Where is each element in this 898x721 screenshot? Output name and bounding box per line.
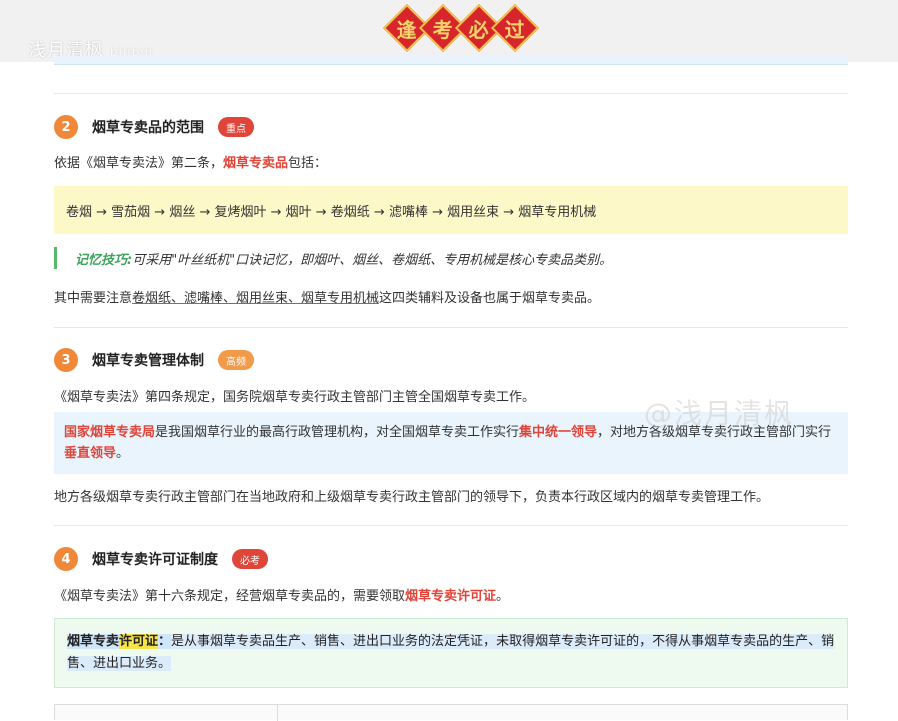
divider: [54, 327, 848, 328]
high-frequency-badge: 高频: [218, 350, 254, 370]
section-title: 烟草专卖许可证制度: [92, 552, 218, 568]
previous-section-box: [54, 56, 848, 65]
section-3-line2: 地方各级烟草专卖行政主管部门在当地政府和上级烟草专卖行政主管部门的领导下，负责本…: [54, 490, 770, 505]
section-title: 烟草专卖管理体制: [92, 353, 204, 369]
section-number: 4: [54, 547, 78, 571]
table-column-divider: [277, 705, 278, 721]
note-underlined: 卷烟纸、滤嘴棒、烟用丝束、烟草专用机械: [132, 291, 380, 306]
license-definition-box: 烟草专卖许可证：是从事烟草专卖品生产、销售、进出口业务的法定凭证，未取得烟草专卖…: [54, 618, 848, 688]
intro-text: 包括：: [288, 156, 328, 171]
section-number: 3: [54, 348, 78, 372]
intro-highlight: 烟草专卖品: [223, 156, 289, 171]
banner-char: 必: [469, 17, 489, 42]
section-4-line: 《烟草专卖法》第十六条规定，经营烟草专卖品的，需要领取烟草专卖许可证。: [54, 585, 509, 604]
license-term: 烟草专卖: [67, 634, 120, 649]
authority-text: 。: [116, 446, 130, 461]
note-text: 其中需要注意: [54, 291, 133, 306]
authority-text: 是我国烟草行业的最高行政管理机构，对全国烟草专卖工作实行: [155, 425, 520, 440]
product-flow-box: 卷烟 → 雪茄烟 → 烟丝 → 复烤烟叶 → 烟叶 → 卷烟纸 → 滤嘴棒 → …: [54, 186, 848, 234]
divider: [54, 525, 848, 526]
product-flow: 卷烟 → 雪茄烟 → 烟丝 → 复烤烟叶 → 烟叶 → 卷烟纸 → 滤嘴棒 → …: [66, 204, 597, 220]
tip-text: 可采用"叶丝纸机"口诀记忆，即烟叶、烟丝、卷烟纸、专用机械是核心专卖品类别。: [132, 252, 613, 268]
section-3-header: 3 烟草专卖管理体制 高频: [54, 348, 254, 372]
license-highlight: 烟草专卖许可证: [405, 589, 497, 604]
memory-tip: 记忆技巧: 可采用"叶丝纸机"口诀记忆，即烟叶、烟丝、卷烟纸、专用机械是核心专卖…: [54, 247, 612, 269]
divider: [54, 93, 848, 94]
section-number: 2: [54, 115, 78, 139]
section-2-note: 其中需要注意卷烟纸、滤嘴棒、烟用丝束、烟草专用机械这四类辅料及设备也属于烟草专卖…: [54, 287, 600, 306]
exam-banner: 逢 考 必 过: [382, 3, 540, 53]
section-2-intro: 依据《烟草专卖法》第二条，烟草专卖品包括：: [54, 152, 327, 171]
section-title: 烟草专卖品的范围: [92, 120, 204, 136]
banner-char: 逢: [397, 17, 417, 42]
authority-highlight: 国家烟草专卖局: [64, 425, 156, 440]
note-text: 这四类辅料及设备也属于烟草专卖品。: [379, 291, 601, 306]
license-definition: 是从事烟草专卖品生产、销售、进出口业务的法定凭证，: [171, 634, 497, 649]
watermark-middle: @浅月清枫: [644, 397, 795, 430]
license-text: 。: [496, 589, 510, 604]
authority-highlight: 集中统一领导: [519, 425, 598, 440]
license-term: ：: [158, 634, 172, 649]
intro-text: 依据《烟草专卖法》第二条，: [54, 156, 224, 171]
section-3-line1: 《烟草专卖法》第四条规定，国务院烟草专卖行政主管部门主管全国烟草专卖工作。: [54, 390, 536, 405]
banner-char: 考: [433, 17, 453, 42]
license-text: 《烟草专卖法》第十六条规定，经营烟草专卖品的，需要领取: [54, 589, 406, 604]
authority-highlight: 垂直领导: [64, 446, 117, 461]
key-point-badge: 重点: [218, 117, 254, 137]
tip-label: 记忆技巧:: [75, 252, 133, 268]
section-4-header: 4 烟草专卖许可证制度 必考: [54, 547, 268, 571]
license-term: 许可证: [119, 634, 159, 649]
section-2-header: 2 烟草专卖品的范围 重点: [54, 115, 254, 139]
table-stub: [54, 704, 848, 721]
banner-diamond: 过: [490, 3, 540, 53]
must-test-badge: 必考: [232, 549, 268, 569]
banner-char: 过: [505, 17, 525, 42]
